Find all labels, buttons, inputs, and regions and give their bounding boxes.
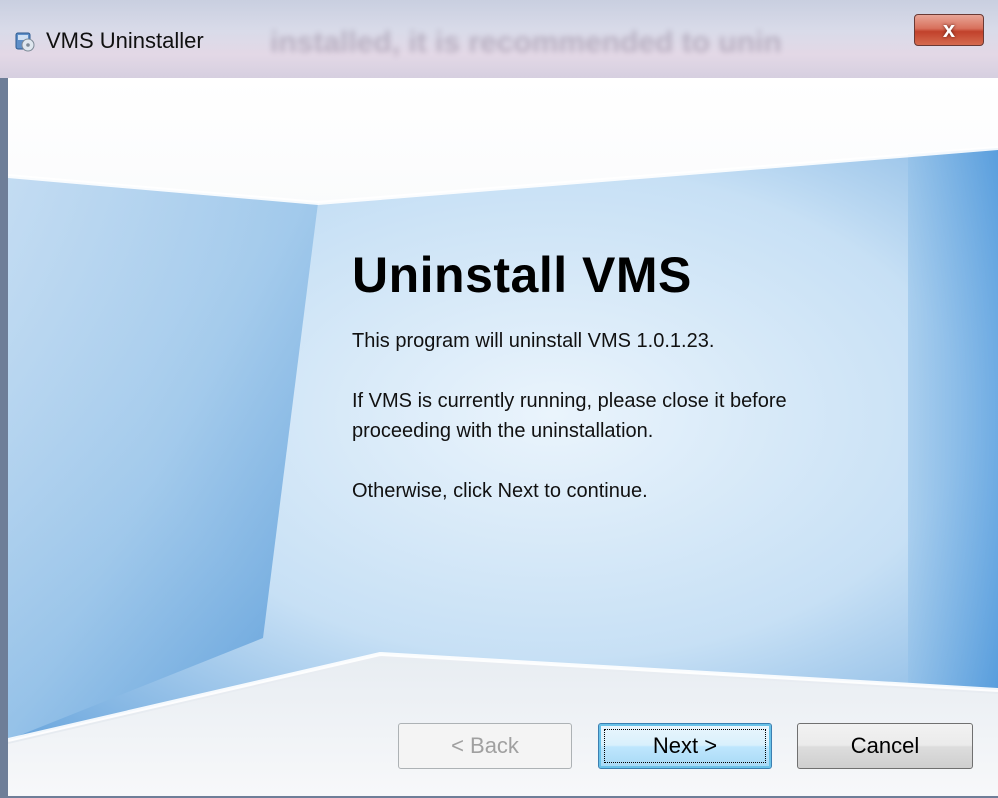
- title-bar[interactable]: installed, it is recommended to unin VMS…: [0, 0, 998, 78]
- continue-instruction: Otherwise, click Next to continue.: [352, 480, 648, 502]
- back-button[interactable]: < Back: [398, 723, 572, 769]
- close-icon: x: [942, 17, 956, 42]
- background-window-text: installed, it is recommended to unin: [270, 26, 782, 59]
- cancel-button[interactable]: Cancel: [797, 723, 973, 769]
- installer-disk-icon: [15, 32, 35, 52]
- running-warning-line1: If VMS is currently running, please clos…: [352, 390, 787, 412]
- wizard-page: Uninstall VMS This program will uninstal…: [8, 78, 998, 796]
- close-button[interactable]: x: [914, 14, 984, 46]
- focus-rectangle: [604, 729, 766, 763]
- window-title: VMS Uninstaller: [46, 28, 204, 53]
- page-title: Uninstall VMS: [352, 247, 692, 303]
- running-warning-line2: proceeding with the uninstallation.: [352, 420, 654, 442]
- intro-text: This program will uninstall VMS 1.0.1.23…: [352, 330, 715, 352]
- next-button[interactable]: Next >: [598, 723, 772, 769]
- uninstaller-window: installed, it is recommended to unin VMS…: [0, 0, 998, 798]
- welcome-content: Uninstall VMS This program will uninstal…: [352, 246, 912, 506]
